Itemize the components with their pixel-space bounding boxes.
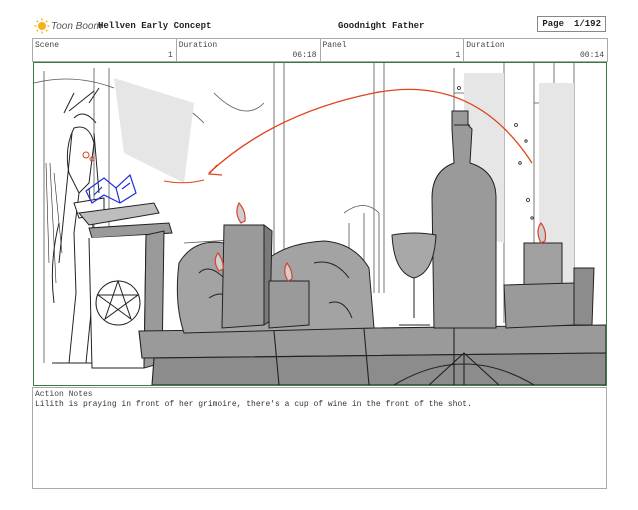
- logo-text: Toon Boom: [51, 20, 102, 32]
- candle-right: [503, 242, 595, 329]
- altar-table: [138, 324, 606, 385]
- panel-cell: Panel 1: [321, 39, 465, 61]
- candle-block-center: [268, 280, 310, 329]
- arrow-head-icon: [207, 164, 223, 176]
- storyboard-title: Goodnight Father: [338, 21, 425, 31]
- scene-duration-cell: Duration 06:18: [177, 39, 321, 61]
- action-notes[interactable]: Action Notes Lilith is praying in front …: [32, 387, 607, 489]
- duration-label: Duration: [178, 41, 218, 50]
- toon-boom-logo: Toon Boom: [34, 18, 102, 34]
- sun-icon: [34, 18, 50, 34]
- storyboard-panel[interactable]: [33, 62, 607, 386]
- candle-block-left: [221, 224, 273, 329]
- scene-cell: Scene 1: [33, 39, 177, 61]
- scene-label: Scene: [35, 41, 60, 50]
- duration-value: 06:18: [292, 51, 317, 60]
- wine-goblet: [391, 232, 437, 326]
- panel-label: Panel: [322, 41, 347, 50]
- page-value: 1/192: [573, 19, 601, 29]
- grimoire-book: [85, 173, 137, 204]
- page-indicator: Page 1/192: [537, 16, 606, 32]
- action-notes-text[interactable]: Lilith is praying in front of her grimoi…: [35, 400, 472, 409]
- header: Toon Boom Hellven Early Concept Goodnigh…: [32, 16, 606, 36]
- scene-value: 1: [167, 51, 173, 60]
- panel-drawing: [34, 63, 606, 385]
- figure-hair-lines: [45, 162, 63, 284]
- panel-info-row: Scene 1 Duration 06:18 Panel 1 Duration …: [32, 38, 608, 62]
- duration-value: 00:14: [579, 51, 604, 60]
- page-label: Page: [542, 19, 564, 29]
- panel-value: 1: [455, 51, 461, 60]
- pentagram-circle: [95, 280, 141, 326]
- panel-duration-cell: Duration 00:14: [464, 39, 607, 61]
- flame-icon: [236, 201, 246, 224]
- project-name: Hellven Early Concept: [98, 21, 212, 31]
- duration-label: Duration: [466, 41, 505, 50]
- action-notes-label: Action Notes: [35, 390, 93, 399]
